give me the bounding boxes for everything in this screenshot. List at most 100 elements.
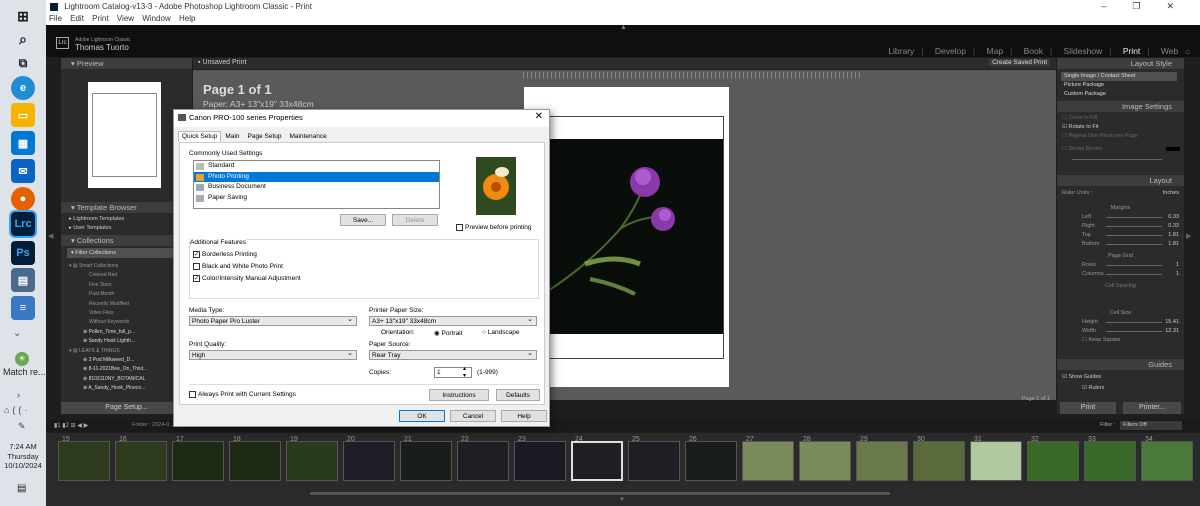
tab-main[interactable]: Main	[221, 131, 243, 142]
filmstrip-thumbnail[interactable]	[514, 441, 566, 481]
print-button[interactable]: Print	[1060, 402, 1116, 414]
setting-business-document[interactable]: Business Document	[194, 182, 439, 193]
collapse-left-icon[interactable]: ◀	[48, 232, 53, 240]
collection-item[interactable]: Five Stars	[69, 281, 147, 290]
guides-header[interactable]: Guides	[1057, 359, 1184, 370]
slider-row[interactable]: Right 0.33	[1062, 222, 1179, 231]
lightroom-icon[interactable]: Lrc	[9, 210, 37, 238]
chevron-down-icon[interactable]: ⌄	[13, 328, 21, 339]
slider-track[interactable]	[1106, 274, 1162, 275]
filmstrip-thumbnail[interactable]	[856, 441, 908, 481]
ok-button[interactable]: OK	[399, 410, 445, 422]
help-button[interactable]: Help	[501, 410, 547, 422]
bw-photo-print-option[interactable]: Black and White Photo Print	[193, 263, 283, 270]
close-icon[interactable]: ✕	[535, 111, 543, 122]
zoom-to-fill-option[interactable]: ☐ Zoom to Fill	[1062, 114, 1180, 123]
setting-paper-saving[interactable]: Paper Saving	[194, 193, 439, 204]
collection-item[interactable]: Past Month	[69, 290, 147, 299]
color-intensity-option[interactable]: ✓ Color/Intensity Manual Adjustment	[193, 275, 301, 282]
setting-standard[interactable]: Standard	[194, 161, 439, 172]
pen-icon[interactable]: ✎	[18, 421, 26, 432]
filmstrip-thumbnail[interactable]	[571, 441, 623, 481]
window-controls[interactable]: –❐✕	[1101, 0, 1200, 13]
notifications-icon[interactable]: ▤	[17, 483, 26, 494]
rotate-to-fit-option[interactable]: ☑ Rotate to Fit	[1062, 123, 1180, 132]
filmstrip-thumbnail[interactable]	[1027, 441, 1079, 481]
filmstrip-thumbnail[interactable]	[400, 441, 452, 481]
task-view-icon[interactable]: ⧉	[11, 51, 35, 75]
template-folder[interactable]: ▸ Lightroom Templates	[69, 215, 124, 224]
collection-set[interactable]: ▾ ▤ LEAFS & THINGS	[69, 347, 147, 356]
firefox-icon[interactable]: ●	[11, 187, 35, 211]
paper-size-select[interactable]: A3+ 13"x19" 33x48cm	[369, 315, 537, 326]
preview-header[interactable]: ▾ Preview	[61, 58, 192, 69]
module-web[interactable]: Web	[1161, 46, 1178, 56]
keep-square-option[interactable]: ☐ Keep Square	[1062, 336, 1179, 345]
slider-row[interactable]: Top 1.81	[1062, 231, 1179, 240]
store-icon[interactable]: ▦	[11, 131, 35, 155]
secondary-window-buttons[interactable]: ▮1 ▮2 ⊞ ◀ ▶	[54, 422, 88, 429]
system-tray-icons[interactable]: ⌂((·	[4, 405, 30, 415]
slider-track[interactable]	[1106, 217, 1162, 218]
filmstrip-thumbnail[interactable]	[1141, 441, 1193, 481]
filmstrip-scrollbar[interactable]	[310, 492, 890, 495]
ruler-units-row[interactable]: Ruler Units : Inches	[1062, 189, 1179, 198]
stroke-border-option[interactable]: ☐ Stroke Border	[1062, 145, 1180, 154]
tab-page-setup[interactable]: Page Setup	[244, 131, 286, 142]
style-option[interactable]: Single Image / Contact Sheet	[1061, 72, 1177, 81]
module-slideshow[interactable]: Slideshow	[1064, 46, 1103, 56]
stroke-width-slider[interactable]	[1062, 156, 1180, 162]
collection-item[interactable]: ⊕ 3 Pod Milkweed_D...	[69, 356, 147, 365]
copies-input[interactable]: 1	[434, 367, 472, 378]
menu-file[interactable]: File	[49, 14, 62, 23]
smart-collections-folder[interactable]: ▾ ▤ Smart Collections	[69, 262, 147, 271]
template-folder[interactable]: ▸ User Templates	[69, 224, 124, 233]
filter-select[interactable]: Filters Off	[1120, 421, 1182, 430]
slider-row[interactable]: Width 12.31	[1062, 327, 1179, 336]
menu-help[interactable]: Help	[179, 14, 195, 23]
clock[interactable]: 7:24 AM Thursday 10/10/2024	[0, 442, 46, 471]
setting-photo-printing[interactable]: Photo Printing	[194, 171, 439, 182]
layout-style-header[interactable]: Layout Style	[1057, 58, 1184, 69]
instructions-button[interactable]: Instructions	[429, 389, 489, 401]
filmstrip-thumbnail[interactable]	[1084, 441, 1136, 481]
tab-maintenance[interactable]: Maintenance	[286, 131, 331, 142]
print-quality-select[interactable]: High	[189, 349, 357, 360]
collection-item[interactable]: ⊕ 8103110NY_BOTANICAL	[69, 375, 147, 384]
filmstrip-thumbnail[interactable]	[799, 441, 851, 481]
slider-row[interactable]: Height 15.41	[1062, 318, 1179, 327]
borderless-printing-option[interactable]: ✓ Borderless Printing	[193, 251, 257, 258]
filmstrip-thumbnail[interactable]	[286, 441, 338, 481]
app-icon[interactable]: ▤	[11, 268, 35, 292]
module-book[interactable]: Book	[1024, 46, 1043, 56]
photoshop-icon[interactable]: Ps	[11, 241, 35, 265]
style-option[interactable]: Custom Package	[1061, 90, 1177, 99]
defaults-button[interactable]: Defaults	[496, 389, 540, 401]
collection-item[interactable]: Video Files	[69, 309, 147, 318]
preview-before-printing-option[interactable]: Preview before printing	[456, 224, 531, 231]
module-print[interactable]: Print	[1123, 46, 1140, 56]
mail-icon[interactable]: ✉	[11, 159, 35, 183]
slider-track[interactable]	[1106, 235, 1162, 236]
filmstrip-thumbnail[interactable]	[343, 441, 395, 481]
slider-track[interactable]	[1106, 244, 1162, 245]
filmstrip-thumbnail[interactable]	[685, 441, 737, 481]
filmstrip-thumbnail[interactable]	[742, 441, 794, 481]
slider-row[interactable]: Columns 1	[1062, 270, 1179, 279]
filmstrip-thumbnail[interactable]	[628, 441, 680, 481]
network-drive-icon[interactable]: ≡	[11, 296, 35, 320]
collapse-top-icon[interactable]: ▲	[620, 24, 627, 31]
slider-row[interactable]: Left 0.33	[1062, 213, 1179, 222]
repeat-photo-option[interactable]: ☐ Repeat One Photo per Page	[1062, 132, 1180, 141]
module-develop[interactable]: Develop	[935, 46, 966, 56]
portrait-radio[interactable]: ◉ Portrait	[434, 329, 462, 337]
slider-track[interactable]	[1106, 265, 1162, 266]
filmstrip-thumbnail[interactable]	[58, 441, 110, 481]
filmstrip-thumbnail[interactable]	[115, 441, 167, 481]
collapse-right-icon[interactable]: ▶	[1186, 232, 1191, 240]
filmstrip-thumbnail[interactable]	[970, 441, 1022, 481]
image-settings-header[interactable]: Image Settings	[1057, 101, 1184, 112]
printer-button[interactable]: Printer...	[1123, 402, 1181, 414]
menu-window[interactable]: Window	[142, 14, 170, 23]
always-print-option[interactable]: Always Print with Current Settings	[189, 391, 296, 398]
